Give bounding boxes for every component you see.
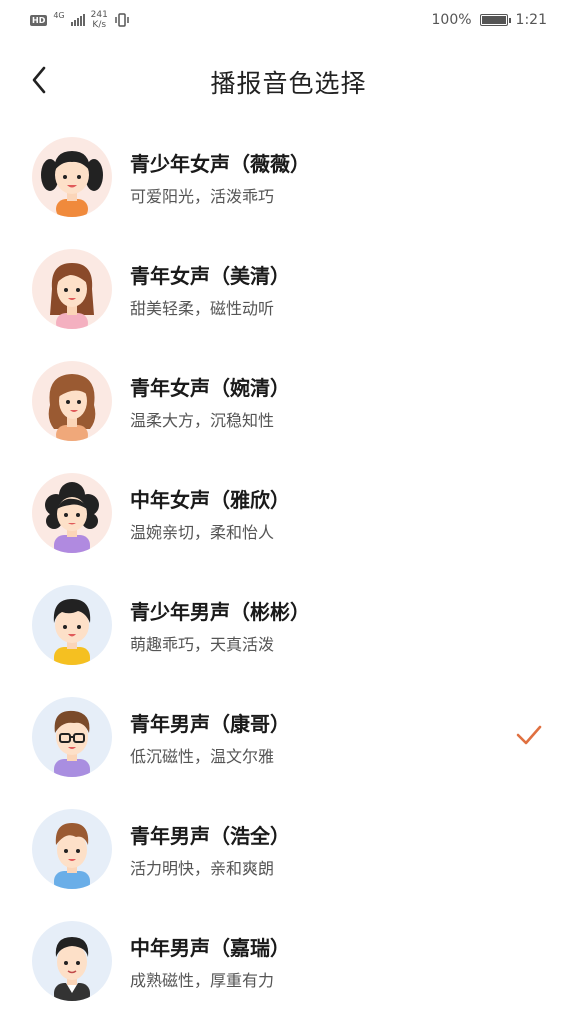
network-type-label: 4G — [53, 11, 65, 20]
voice-item[interactable]: 青年男声（浩全） 活力明快，亲和爽朗 — [0, 792, 577, 904]
young-woman-avatar — [32, 249, 112, 329]
young-woman-wavy-avatar — [32, 361, 112, 441]
voice-name: 青少年女声（薇薇） — [130, 152, 310, 176]
young-man-glasses-avatar — [32, 697, 112, 777]
battery-icon — [479, 14, 511, 26]
teen-boy-avatar — [32, 585, 112, 665]
voice-list: 青少年女声（薇薇） 可爱阳光，活泼乖巧 青年女声（美清） 甜美轻柔，磁性动听 青… — [0, 120, 577, 1016]
voice-item[interactable]: 中年女声（雅欣） 温婉亲切，柔和怡人 — [0, 456, 577, 568]
voice-name: 中年男声（嘉瑞） — [130, 936, 290, 960]
voice-item[interactable]: 青少年男声（彬彬） 萌趣乖巧，天真活泼 — [0, 568, 577, 680]
voice-name: 青少年男声（彬彬） — [130, 600, 310, 624]
signal-strength-icon — [70, 14, 85, 26]
voice-name: 青年男声（浩全） — [130, 824, 290, 848]
voice-description: 可爱阳光，活泼乖巧 — [130, 187, 275, 206]
voice-item[interactable]: 青少年女声（薇薇） 可爱阳光，活泼乖巧 — [0, 120, 577, 232]
voice-description: 活力明快，亲和爽朗 — [130, 859, 275, 878]
network-speed-value: 241 — [90, 10, 108, 20]
teen-girl-avatar — [32, 137, 112, 217]
voice-name: 青年女声（美清） — [130, 264, 290, 288]
check-icon — [516, 725, 542, 745]
voice-item-selected[interactable]: 青年男声（康哥） 低沉磁性，温文尔雅 — [0, 680, 577, 792]
voice-description: 萌趣乖巧，天真活泼 — [130, 635, 275, 654]
navigation-header: 播报音色选择 — [0, 40, 577, 120]
voice-description: 成熟磁性，厚重有力 — [130, 971, 275, 990]
vibrate-icon — [115, 13, 129, 27]
status-bar: HD 4G 241 K/s 100% 1:21 — [0, 0, 577, 40]
hd-icon: HD — [30, 14, 48, 26]
voice-name: 中年女声（雅欣） — [130, 488, 290, 512]
page-title: 播报音色选择 — [210, 69, 367, 98]
voice-description: 低沉磁性，温文尔雅 — [130, 747, 275, 766]
voice-name: 青年女声（婉清） — [130, 376, 290, 400]
young-man-avatar — [32, 809, 112, 889]
voice-name: 青年男声（康哥） — [130, 712, 290, 736]
voice-description: 温婉亲切，柔和怡人 — [130, 523, 275, 542]
voice-item[interactable]: 中年男声（嘉瑞） 成熟磁性，厚重有力 — [0, 904, 577, 1016]
voice-description: 甜美轻柔，磁性动听 — [130, 299, 275, 318]
network-speed-unit: K/s — [92, 20, 107, 30]
middle-aged-man-avatar — [32, 921, 112, 1001]
voice-description: 温柔大方，沉稳知性 — [130, 411, 275, 430]
middle-aged-woman-avatar — [32, 473, 112, 553]
network-speed: 241 K/s — [91, 10, 108, 30]
status-right: 100% 1:21 — [432, 12, 577, 28]
status-left: HD 4G 241 K/s — [0, 10, 130, 30]
voice-item[interactable]: 青年女声（美清） 甜美轻柔，磁性动听 — [0, 232, 577, 344]
voice-item[interactable]: 青年女声（婉清） 温柔大方，沉稳知性 — [0, 344, 577, 456]
clock: 1:21 — [515, 12, 547, 28]
battery-percent: 100% — [431, 12, 472, 28]
